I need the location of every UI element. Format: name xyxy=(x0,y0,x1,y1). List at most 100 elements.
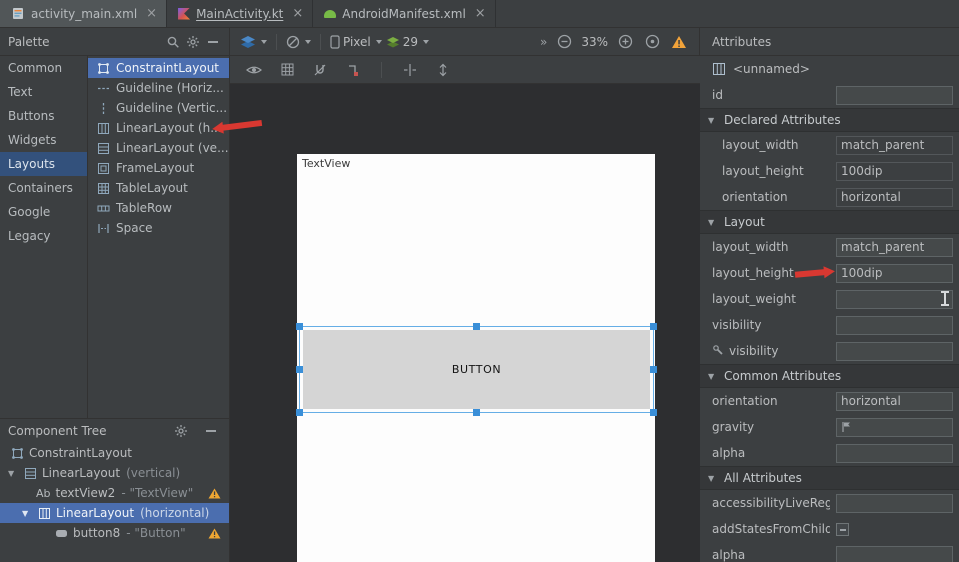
selected-linearlayout[interactable]: BUTTON xyxy=(299,326,654,413)
close-icon[interactable]: × xyxy=(146,7,157,20)
toolbar-overflow-chevron[interactable]: » xyxy=(540,35,547,49)
attr-row-declared-layout-width: layout_width match_parent xyxy=(700,132,959,158)
section-declared-attributes[interactable]: ▼ Declared Attributes xyxy=(700,108,959,132)
gear-icon[interactable] xyxy=(171,420,191,442)
palette-category-containers[interactable]: Containers xyxy=(0,176,87,200)
attr-name: addStatesFromChildren xyxy=(712,522,830,536)
tab-activity-main-xml[interactable]: activity_main.xml × xyxy=(0,0,167,27)
palette-item-constraintlayout[interactable]: ConstraintLayout xyxy=(88,58,229,78)
tab-androidmanifest-xml[interactable]: AndroidManifest.xml × xyxy=(313,0,495,27)
tree-item-suffix: - "TextView" xyxy=(121,486,193,500)
hide-panel-icon[interactable] xyxy=(203,31,223,53)
visibility-input[interactable] xyxy=(836,316,953,335)
zoom-out-icon[interactable] xyxy=(554,31,574,53)
component-tree-panel: Component Tree ConstraintLayout ▼ Linear… xyxy=(0,418,229,562)
palette-item-label: Space xyxy=(116,221,153,235)
zoom-to-fit-icon[interactable] xyxy=(642,31,662,53)
tab-label: MainActivity.kt xyxy=(196,7,283,21)
close-icon[interactable]: × xyxy=(475,7,486,20)
resize-handle[interactable] xyxy=(296,366,303,373)
theme-icon[interactable] xyxy=(286,31,311,53)
chevron-expanded-icon[interactable]: ▼ xyxy=(22,509,32,518)
alpha-all-input[interactable] xyxy=(836,546,953,562)
palette-item-tablerow[interactable]: TableRow xyxy=(88,198,229,218)
canvas-textview[interactable]: TextView xyxy=(302,157,350,170)
tree-item-textview2[interactable]: Ab textView2 - "TextView" xyxy=(0,483,229,503)
palette-category-google[interactable]: Google xyxy=(0,200,87,224)
palette-category-legacy[interactable]: Legacy xyxy=(0,224,87,248)
palette-item-guideline-horizontal[interactable]: Guideline (Horiz... xyxy=(88,78,229,98)
palette-item-guideline-vertical[interactable]: Guideline (Vertic... xyxy=(88,98,229,118)
warning-icon[interactable] xyxy=(208,488,221,499)
attr-row-accessibilityliveregion: accessibilityLiveRegion xyxy=(700,490,959,516)
declared-layout-height-value[interactable]: 100dip xyxy=(836,162,953,181)
layout-height-input[interactable] xyxy=(836,264,953,283)
resize-handle[interactable] xyxy=(296,409,303,416)
resize-handle[interactable] xyxy=(650,366,657,373)
warnings-icon[interactable] xyxy=(669,31,689,53)
addstatesfromchildren-checkbox[interactable] xyxy=(836,523,849,536)
tree-item-constraintlayout[interactable]: ConstraintLayout xyxy=(0,443,229,463)
api-level-selector[interactable]: 29 xyxy=(386,31,429,53)
design-canvas[interactable]: TextView BUTTON xyxy=(230,84,700,562)
search-icon[interactable] xyxy=(163,31,183,53)
attr-row-layout-weight: layout_weight xyxy=(700,286,959,312)
layout-width-input[interactable] xyxy=(836,238,953,257)
attr-row-declared-layout-height: layout_height 100dip xyxy=(700,158,959,184)
id-input[interactable] xyxy=(836,86,953,105)
device-selector[interactable]: Pixel xyxy=(330,31,382,53)
align-horizontal-center-icon[interactable] xyxy=(400,59,420,81)
palette-item-label: TableLayout xyxy=(116,181,188,195)
declared-layout-width-value[interactable]: match_parent xyxy=(836,136,953,155)
tools-visibility-input[interactable] xyxy=(836,342,953,361)
orientation-input[interactable] xyxy=(836,392,953,411)
palette-item-space[interactable]: Space xyxy=(88,218,229,238)
alpha-input[interactable] xyxy=(836,444,953,463)
autoconnect-off-magnet-icon[interactable] xyxy=(310,59,330,81)
view-options-eye-icon[interactable] xyxy=(244,59,264,81)
chevron-expanded-icon[interactable]: ▼ xyxy=(8,469,18,478)
infer-constraints-icon[interactable] xyxy=(343,59,363,81)
tab-mainactivity-kt[interactable]: MainActivity.kt × xyxy=(167,0,313,27)
design-surface-layers-icon[interactable] xyxy=(240,31,267,53)
palette-category-buttons[interactable]: Buttons xyxy=(0,104,87,128)
attr-row-alpha: alpha xyxy=(700,440,959,466)
resize-handle[interactable] xyxy=(473,323,480,330)
close-icon[interactable]: × xyxy=(292,7,303,20)
palette-item-label: TableRow xyxy=(116,201,172,215)
palette-item-tablelayout[interactable]: TableLayout xyxy=(88,178,229,198)
palette-category-common[interactable]: Common xyxy=(0,56,87,80)
layout-weight-input[interactable] xyxy=(836,290,953,309)
expand-vertical-icon[interactable] xyxy=(433,59,453,81)
palette-item-framelayout[interactable]: FrameLayout xyxy=(88,158,229,178)
section-all-attributes[interactable]: ▼ All Attributes xyxy=(700,466,959,490)
tree-item-linearlayout-vertical[interactable]: ▼ LinearLayout (vertical) xyxy=(0,463,229,483)
warning-icon[interactable] xyxy=(208,528,221,539)
tree-item-button8[interactable]: button8 - "Button" xyxy=(0,523,229,543)
select-design-surface-icon[interactable] xyxy=(277,59,297,81)
resize-handle[interactable] xyxy=(650,409,657,416)
chevron-down-icon xyxy=(376,40,382,44)
palette-category-widgets[interactable]: Widgets xyxy=(0,128,87,152)
resize-handle[interactable] xyxy=(473,409,480,416)
gear-icon[interactable] xyxy=(183,31,203,53)
canvas-button[interactable]: BUTTON xyxy=(303,330,650,409)
zoom-in-icon[interactable] xyxy=(615,31,635,53)
gravity-flag-picker[interactable] xyxy=(836,418,953,437)
resize-handle[interactable] xyxy=(296,323,303,330)
accessibilityliveregion-input[interactable] xyxy=(836,494,953,513)
tab-label: AndroidManifest.xml xyxy=(342,7,466,21)
hide-panel-icon[interactable] xyxy=(201,420,221,442)
declared-orientation-value[interactable]: horizontal xyxy=(836,188,953,207)
chevron-expanded-icon: ▼ xyxy=(708,372,718,381)
resize-handle[interactable] xyxy=(650,323,657,330)
chevron-expanded-icon: ▼ xyxy=(708,116,718,125)
attr-row-orientation: orientation xyxy=(700,388,959,414)
tree-item-linearlayout-horizontal[interactable]: ▼ LinearLayout (horizontal) xyxy=(0,503,229,523)
palette-category-layouts[interactable]: Layouts xyxy=(0,152,87,176)
palette-item-linearlayout-vertical[interactable]: LinearLayout (ve... xyxy=(88,138,229,158)
palette-category-text[interactable]: Text xyxy=(0,80,87,104)
palette-item-linearlayout-horizontal[interactable]: LinearLayout (h... xyxy=(88,118,229,138)
section-common-attributes[interactable]: ▼ Common Attributes xyxy=(700,364,959,388)
section-layout[interactable]: ▼ Layout xyxy=(700,210,959,234)
